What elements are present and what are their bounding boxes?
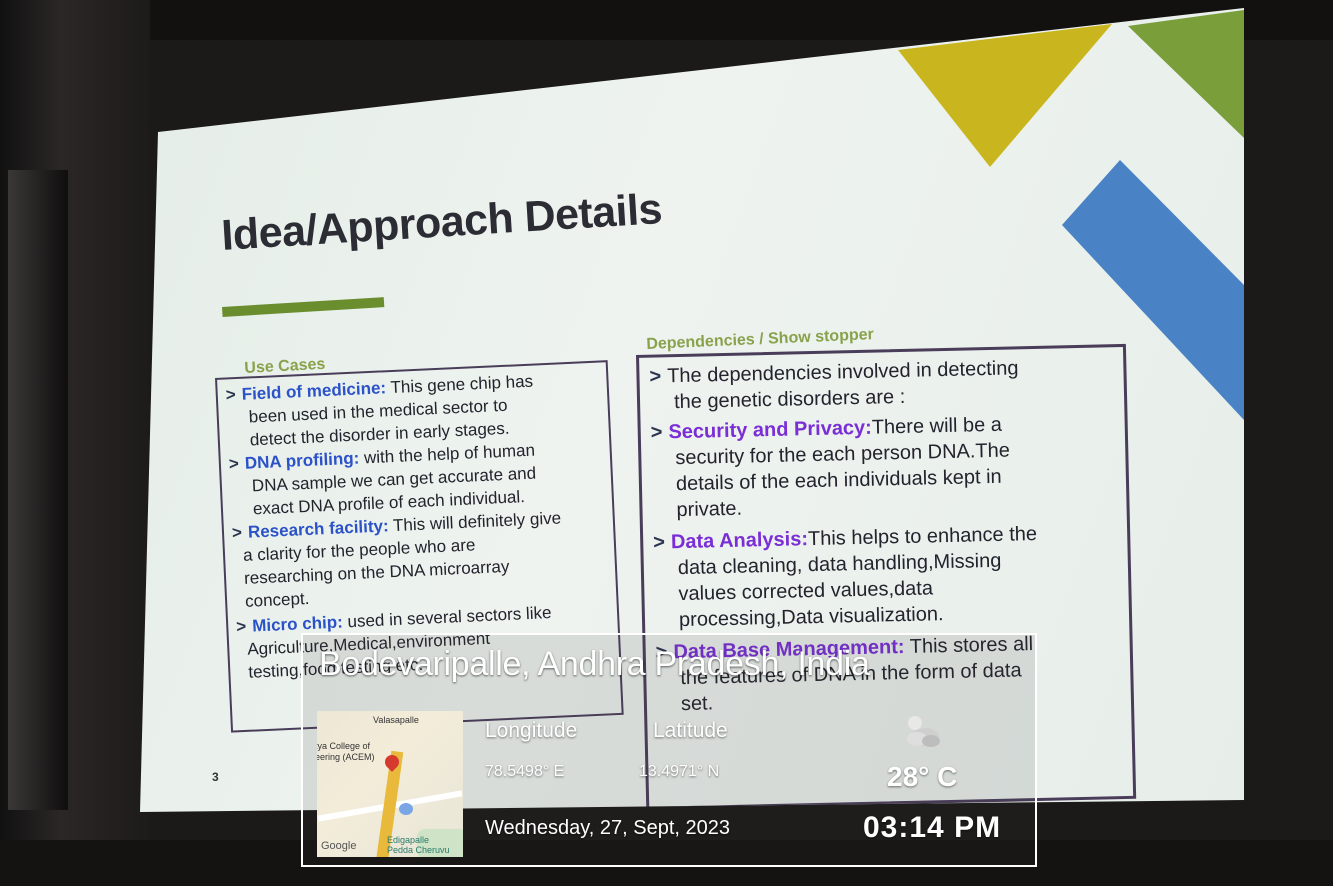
latitude-value: 13.4971° N	[639, 763, 720, 780]
map-college-label: eering (ACEM)	[317, 752, 375, 762]
map-place-label: Valasapalle	[373, 715, 419, 725]
temperature: 28° C	[887, 761, 958, 792]
slide-number: 3	[212, 770, 219, 784]
use-case-text: This will definitely give	[388, 508, 562, 536]
dependency-text: This helps to enhance the	[807, 522, 1038, 551]
room-left-panel	[8, 170, 68, 810]
bullet-arrow-icon: >	[650, 421, 663, 444]
slide-title: Idea/Approach Details	[220, 185, 664, 260]
dependency-text: There will be a	[871, 413, 1003, 439]
map-water-body	[399, 803, 413, 815]
map-lake-label: Pedda Cheruvu	[387, 845, 450, 855]
map-thumbnail: Valasapalle tya College of eering (ACEM)…	[317, 711, 463, 857]
bullet-arrow-icon: >	[649, 365, 662, 388]
google-logo: Google	[321, 840, 357, 852]
dependency-text: the genetic disorders are :	[673, 385, 906, 414]
use-case-text: concept.	[244, 588, 310, 611]
use-case-text: used in several sectors like	[342, 602, 552, 632]
title-underline	[222, 297, 385, 317]
map-college-label: tya College of	[317, 741, 371, 751]
bullet-arrow-icon: >	[225, 385, 237, 405]
room-left-wall	[0, 0, 150, 886]
use-case-text: This gene chip has	[385, 371, 534, 398]
longitude-value: 78.5498° E	[485, 763, 565, 780]
bullet-arrow-icon: >	[235, 616, 247, 637]
dependency-text: The dependencies involved in detecting	[666, 357, 1019, 388]
date-stamp: Wednesday, 27, Sept, 2023	[485, 817, 730, 839]
dependency-keyword: Data Analysis:	[670, 528, 809, 554]
dependency-text: processing,Data visualization.	[678, 603, 944, 632]
longitude-label: Longitude	[485, 719, 578, 742]
partly-cloudy-icon	[907, 716, 940, 747]
latitude-label: Latitude	[653, 719, 728, 742]
bullet-arrow-icon: >	[228, 454, 240, 474]
location-name: Bodevaripalle, Andhra Pradesh, India	[319, 645, 870, 683]
dependency-text: private.	[676, 497, 743, 522]
use-case-keyword: DNA profiling:	[244, 448, 360, 473]
map-lake-label: Edigapalle	[387, 835, 430, 845]
dependency-keyword: Security and Privacy:	[668, 416, 873, 444]
bullet-arrow-icon: >	[653, 531, 666, 554]
bullet-arrow-icon: >	[231, 522, 243, 543]
time-stamp: 03:14 PM	[863, 811, 1002, 844]
geotag-overlay: Bodevaripalle, Andhra Pradesh, India Val…	[301, 633, 1037, 867]
